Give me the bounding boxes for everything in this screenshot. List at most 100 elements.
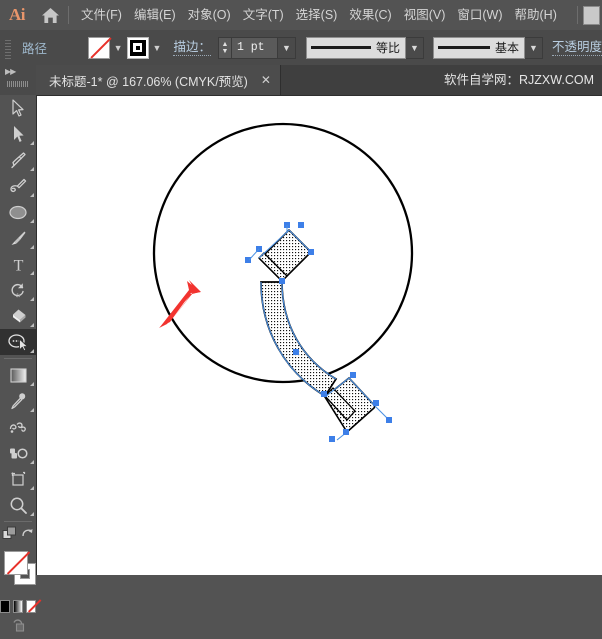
home-icon[interactable] [34,0,66,30]
color-swatch-button[interactable] [0,600,10,613]
flyout-triangle-icon[interactable] [30,323,34,327]
curvature-tool[interactable] [0,173,36,199]
handset-earpiece[interactable] [260,230,311,281]
brush-definition-control[interactable]: 基本 ▼ [433,37,543,59]
flyout-triangle-icon[interactable] [30,382,34,386]
anchor-point[interactable] [321,391,327,397]
brush-preview [438,46,490,49]
menu-view[interactable]: 视图(V) [398,0,452,30]
eraser-tool[interactable] [0,303,36,329]
gradient-swatch-button[interactable] [13,600,23,613]
screen-mode-icon[interactable] [11,619,26,638]
illustrator-window: Ai 文件(F) 编辑(E) 对象(O) 文字(T) 选择(S) 效果(C) 视… [0,0,602,575]
menu-select[interactable]: 选择(S) [290,0,344,30]
direct-selection-tool[interactable] [0,121,36,147]
stroke-weight-label: 描边： [173,40,211,56]
control-bar-grip[interactable] [3,37,15,59]
flyout-triangle-icon[interactable] [30,167,34,171]
anchor-point[interactable] [329,436,335,442]
menu-edit[interactable]: 编辑(E) [128,0,182,30]
menu-file[interactable]: 文件(F) [75,0,128,30]
anchor-point[interactable] [279,278,285,284]
swap-arrow-icon[interactable] [21,527,34,545]
fill-stroke-proxy [0,549,36,595]
flyout-triangle-icon[interactable] [30,193,34,197]
stroke-swatch-inner [133,43,142,52]
none-swatch-button[interactable] [26,600,36,613]
menu-window[interactable]: 窗口(W) [451,0,508,30]
shape-builder-tool[interactable] [0,329,36,355]
anchor-point[interactable] [373,400,379,406]
fill-swatch-button[interactable] [88,37,110,59]
rotate-tool[interactable] [0,277,36,303]
flyout-triangle-icon[interactable] [30,349,34,353]
screen-mode-row [0,617,36,639]
artboard-tool[interactable] [0,466,36,492]
artwork-svg [37,96,602,575]
flyout-triangle-icon[interactable] [30,460,34,464]
stacked-squares-icon[interactable] [2,526,17,546]
width-profile-preview [311,46,371,49]
stroke-weight-control[interactable]: ▲▼ 1 pt ▼ [218,37,296,59]
document-tab[interactable]: 未标题-1* @ 167.06% (CMYK/预览) ✕ [36,65,281,95]
stroke-swatch-chevron-down-icon[interactable]: ▼ [149,37,166,59]
brush-definition-box[interactable]: 基本 [433,37,525,59]
flyout-triangle-icon[interactable] [30,219,34,223]
variable-width-chevron-down-icon[interactable]: ▼ [406,37,424,59]
flyout-triangle-icon[interactable] [30,408,34,412]
opacity-label[interactable]: 不透明度 [552,40,602,56]
anchor-point[interactable] [350,372,356,378]
stroke-weight-input[interactable]: 1 pt [231,37,278,59]
brush-definition-chevron-down-icon[interactable]: ▼ [525,37,543,59]
menu-right-divider [577,6,578,24]
brush-definition-label: 基本 [495,39,519,56]
flyout-triangle-icon[interactable] [30,245,34,249]
gradient-tool[interactable] [0,362,36,388]
menu-type[interactable]: 文字(T) [237,0,290,30]
stroke-swatch-button[interactable] [127,37,149,59]
stroke-weight-stepper[interactable]: ▲▼ [218,37,231,59]
anchor-point[interactable] [386,417,392,423]
variable-width-control[interactable]: 等比 ▼ [306,37,424,59]
toolbar-panel-header[interactable]: ▶▶ [0,65,36,95]
zoom-tool[interactable] [0,492,36,518]
type-tool[interactable]: T [0,251,36,277]
selection-type-label: 路径 [22,38,82,57]
variable-width-profile-box[interactable]: 等比 [306,37,406,59]
anchor-point[interactable] [308,249,314,255]
anchor-point[interactable] [343,429,349,435]
stroke-swatch-core [136,46,140,50]
anchor-point[interactable] [293,349,299,355]
pen-tool[interactable] [0,147,36,173]
symbol-sprayer-tool[interactable] [0,440,36,466]
flyout-triangle-icon[interactable] [30,141,34,145]
blend-tool[interactable] [0,414,36,440]
document-tab-title: 未标题-1* @ 167.06% (CMYK/预览) [49,71,248,90]
svg-text:T: T [13,257,23,273]
fill-swatch-chevron-down-icon[interactable]: ▼ [110,37,127,59]
anchor-point[interactable] [245,257,251,263]
close-icon[interactable]: ✕ [261,74,271,86]
fill-proxy-swatch[interactable] [4,551,28,575]
stroke-weight-chevron-down-icon[interactable]: ▼ [278,37,296,59]
eyedropper-tool[interactable] [0,388,36,414]
canvas-area[interactable] [37,96,602,575]
menu-bar: Ai 文件(F) 编辑(E) 对象(O) 文字(T) 选择(S) 效果(C) 视… [0,0,602,30]
toolbar-divider [4,358,32,359]
handset-body[interactable] [261,282,336,396]
flyout-triangle-icon[interactable] [30,297,34,301]
menu-help[interactable]: 帮助(H) [509,0,563,30]
menu-object[interactable]: 对象(O) [182,0,237,30]
toolbar-grip[interactable] [7,81,29,87]
flyout-triangle-icon[interactable] [30,512,34,516]
paintbrush-tool[interactable] [0,225,36,251]
flyout-triangle-icon[interactable] [30,486,34,490]
menu-effect[interactable]: 效果(C) [343,0,397,30]
selection-tool[interactable] [0,95,36,121]
double-chevron-right-icon[interactable]: ▶▶ [5,67,15,76]
phone-handset-group[interactable] [259,230,375,432]
anchor-point[interactable] [298,222,304,228]
workspace-switcher-icon[interactable] [583,6,600,25]
flyout-triangle-icon[interactable] [30,271,34,275]
ellipse-tool[interactable] [0,199,36,225]
